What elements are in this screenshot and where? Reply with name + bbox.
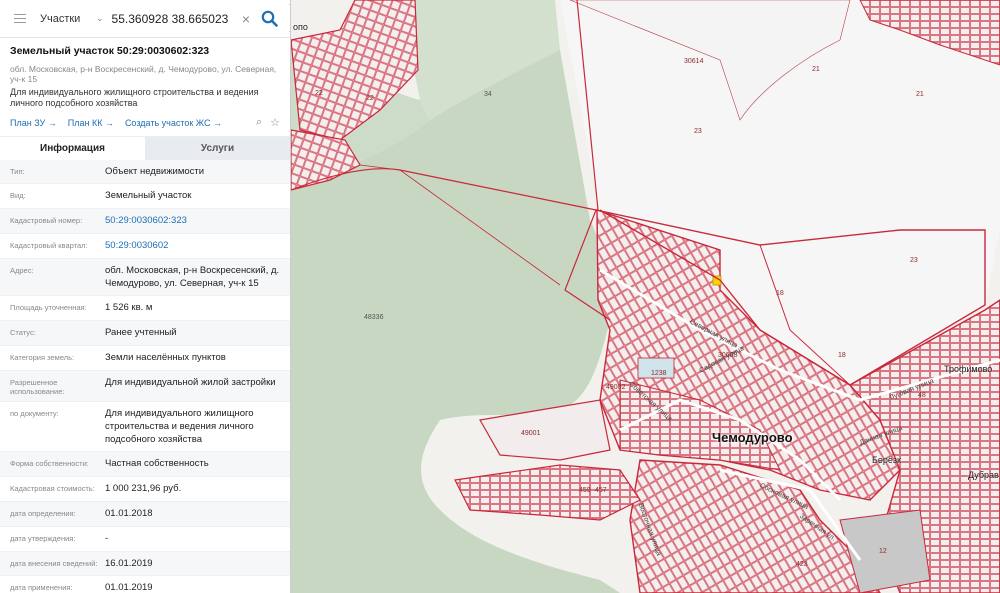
chevron-down-icon[interactable]: ⌄ — [96, 13, 104, 24]
info-value: - — [105, 532, 109, 544]
parcel-number-label: 34 — [484, 91, 492, 98]
place-name: Трофимово — [944, 364, 993, 374]
info-row: Кадастровый номер: 50:29:0030602:323 — [0, 209, 290, 235]
place-name: Берёзк — [872, 455, 901, 465]
parcel-number-label: 423 — [796, 561, 808, 568]
info-row: дата определения: 01.01.2018 — [0, 501, 290, 527]
info-row: по документу: Для индивидуального жилищно… — [0, 402, 290, 453]
clear-icon[interactable]: × — [242, 11, 250, 27]
place-name: опо — [293, 22, 308, 32]
info-label: дата утверждения: — [10, 533, 76, 543]
info-label: Площадь уточненная: — [10, 303, 87, 313]
info-row: Тип: Объект недвижимости — [0, 159, 290, 185]
parcel-purpose: Для индивидуального жилищного строительс… — [10, 87, 259, 108]
parcel-header: Земельный участок 50:29:0030602:323 обл.… — [0, 38, 290, 130]
menu-icon[interactable] — [14, 11, 26, 26]
parcel-number-label: 457 — [595, 487, 607, 494]
info-row: дата утверждения: - — [0, 527, 290, 552]
parcel-address: обл. Московская, р-н Воскресенский, д. Ч… — [10, 64, 277, 84]
info-label: Разрешенное использование: — [10, 377, 65, 396]
parcel-actions: План ЗУ → План КК → Создать участок ЖС →… — [10, 116, 280, 130]
info-label: по документу: — [10, 408, 59, 418]
parcel-number-label: 1238 — [651, 370, 667, 377]
info-value: 01.01.2019 — [105, 582, 153, 593]
info-value: 1 000 231,96 руб. — [105, 483, 182, 495]
parcel-number-label: 49001 — [521, 430, 541, 437]
app: 22 34 30614 23 21 21 23 18 18 48336 1238… — [0, 0, 1000, 593]
parcel-number-label: 23 — [910, 257, 918, 264]
parcel-number-label: 459 — [579, 487, 591, 494]
info-label: Кадастровый квартал: — [10, 241, 88, 251]
place-name: Дубрав — [968, 470, 999, 480]
parcel-number-label: 22 — [366, 95, 374, 102]
info-label: дата определения: — [10, 508, 76, 518]
info-value: обл. Московская, р-н Воскресенский, д. Ч… — [105, 264, 280, 289]
info-label: Вид: — [10, 191, 26, 201]
info-table: Тип: Объект недвижимости Вид: Земельный уча… — [0, 159, 290, 593]
tabs: Информация Услуги — [0, 135, 290, 160]
info-label: дата применения: — [10, 583, 73, 593]
info-value: Объект недвижимости — [105, 165, 205, 177]
info-value: Земли населённых пунктов — [105, 352, 226, 364]
tab-info[interactable]: Информация — [0, 136, 145, 160]
info-row: Статус: Ранее учтенный — [0, 321, 290, 347]
info-panel: Участки ⌄ 55.360928 38.665023 × ‹ Земель… — [0, 0, 291, 593]
parcel-number-label: 18 — [776, 290, 784, 297]
info-value: 16.01.2019 — [105, 557, 153, 569]
info-row: Адрес: обл. Московская, р-н Воскресенский… — [0, 258, 290, 297]
info-row: Кадастровый квартал: 50:29:0030602 — [0, 234, 290, 259]
plan-kk-link[interactable]: План КК → — [68, 118, 114, 128]
info-label: дата внесения сведений: — [10, 558, 98, 568]
parcel-number-label: 22 — [315, 90, 323, 97]
info-value: 01.01.2018 — [105, 507, 153, 519]
collapse-panel-button[interactable]: ‹ — [289, 4, 290, 32]
info-value: Для индивидуального жилищного строительс… — [105, 407, 254, 445]
info-label: Форма собственности: — [10, 459, 89, 469]
info-value: Частная собственность — [105, 458, 209, 470]
parcel-number-label: 21 — [812, 66, 820, 73]
parcel-number-label: 48336 — [364, 314, 384, 321]
parcel-number-label: 48 — [918, 392, 926, 399]
parcel-title: Земельный участок 50:29:0030602:323 — [10, 45, 210, 57]
info-value: Земельный участок — [105, 190, 192, 202]
info-row: Вид: Земельный участок — [0, 184, 290, 210]
info-label: Кадастровый номер: — [10, 216, 83, 226]
info-row: Разрешенное использование: Для индивидуал… — [0, 370, 290, 402]
parcel-number-label: 23 — [694, 128, 702, 135]
info-label: Статус: — [10, 328, 36, 338]
village-blocks — [454, 464, 641, 521]
parcel-number-label: 49002 — [606, 384, 626, 391]
info-label: Тип: — [10, 166, 25, 176]
search-type-select[interactable]: Участки — [40, 13, 96, 25]
create-parcel-link[interactable]: Создать участок ЖС → — [125, 118, 222, 128]
star-icon[interactable]: ☆ — [270, 116, 280, 129]
info-value-link[interactable]: 50:29:0030602 — [105, 240, 280, 253]
info-value-link[interactable]: 50:29:0030602:323 — [105, 215, 280, 228]
info-value: Для индивидуальной жилой застройки — [105, 376, 276, 388]
info-label: Адрес: — [10, 265, 34, 275]
parcel-number-label: 18 — [838, 352, 846, 359]
tab-services[interactable]: Услуги — [145, 136, 290, 160]
info-row: Кадастровая стоимость: 1 000 231,96 руб. — [0, 477, 290, 502]
village-name: Чемодурово — [712, 430, 793, 445]
info-label: Кадастровая стоимость: — [10, 484, 95, 494]
info-value: Ранее учтенный — [105, 327, 177, 339]
info-row: Площадь уточненная: 1 526 кв. м — [0, 296, 290, 322]
info-row: дата применения: 01.01.2019 — [0, 576, 290, 593]
plan-zu-link[interactable]: План ЗУ → — [10, 118, 57, 128]
parcel-number-label: 30614 — [684, 58, 704, 65]
search-icon[interactable] — [260, 9, 280, 29]
zoom-to-icon[interactable]: ⌕ — [256, 116, 262, 129]
parcel-number-label: 21 — [916, 91, 924, 98]
info-row: дата внесения сведений: 16.01.2019 — [0, 551, 290, 577]
search-input[interactable]: 55.360928 38.665023 — [112, 12, 242, 26]
info-row: Категория земель: Земли населённых пункто… — [0, 346, 290, 371]
info-label: Категория земель: — [10, 353, 75, 363]
parcel-number-label: 12 — [879, 548, 887, 555]
search-bar: Участки ⌄ 55.360928 38.665023 × ‹ — [0, 0, 290, 38]
info-row: Форма собственности: Частная собственност… — [0, 452, 290, 478]
info-value: 1 526 кв. м — [105, 302, 153, 314]
